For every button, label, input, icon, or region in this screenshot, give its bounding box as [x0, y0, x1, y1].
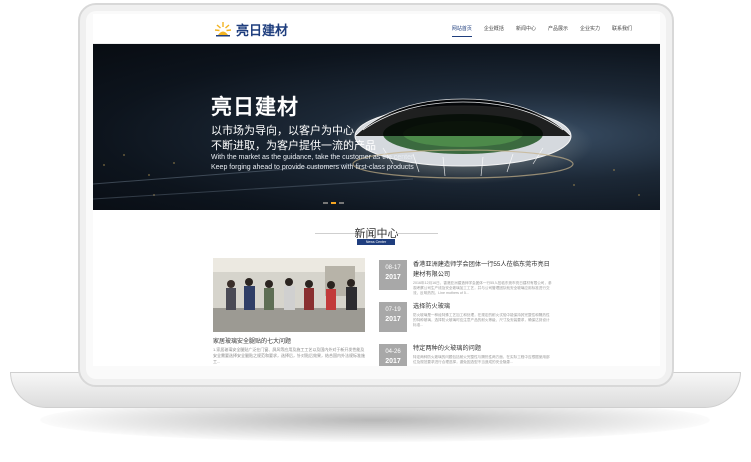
- news-item-title[interactable]: 选择防火玻璃: [413, 302, 553, 312]
- hero-banner[interactable]: 亮日建材 以市场为导向，以客户为中心 不断进取，为客户提供一流的产品 With …: [93, 44, 660, 210]
- date-box: 08-17 2017: [379, 260, 407, 290]
- news-badge: News Center: [357, 239, 395, 245]
- site-logo[interactable]: 亮日建材: [213, 19, 288, 39]
- feature-news-photo[interactable]: [213, 258, 365, 332]
- sun-logo-icon: [213, 19, 233, 39]
- banner-slogan-2: 不断进取，为客户提供一流的产品: [211, 139, 376, 152]
- slider-dots: [323, 202, 344, 204]
- title-divider-right: [396, 233, 438, 234]
- banner-slogan-1: 以市场为导向，以客户为中心: [211, 124, 354, 137]
- nav-news[interactable]: 新闻中心: [516, 14, 536, 44]
- date-year: 2017: [385, 316, 401, 323]
- news-item-text: 特定两种防火玻璃的问题包括耐火完整性与隔热性两方面，在实际工程中应根据使用部位及…: [413, 355, 550, 365]
- nav-home[interactable]: 网站首页: [451, 14, 472, 44]
- date-month-day: 07-19: [385, 307, 401, 313]
- news-item-title[interactable]: 香港亚洲建造师学会团体一行55人莅临东莞市亮日建材有限公司: [413, 260, 553, 280]
- feature-news-caption[interactable]: 家居玻璃安全腿贴的七大问题: [213, 336, 291, 345]
- nav-about[interactable]: 企业概括: [484, 14, 504, 44]
- news-item-text: 防火玻璃是一种经特殊工艺加工和处理，在规定的耐火试验中能保持其完整性和隔热性的特…: [413, 313, 550, 328]
- date-year: 2017: [385, 358, 401, 365]
- logo-text: 亮日建材: [236, 22, 289, 38]
- date-box: 07-19 2017: [379, 302, 407, 332]
- feature-news-excerpt: 1.家居玻璃安全腿贴广泛在门窗、屏风等应用及施工工艺以及国内外对于新开发性能及安…: [213, 347, 365, 364]
- laptop-mockup: 亮日建材 网站首页 企业概括 新闻中心 产品展示 企业实力 联系我们 亮日建材 …: [0, 0, 751, 462]
- nav-products[interactable]: 产品展示: [548, 14, 568, 44]
- nav-strength[interactable]: 企业实力: [580, 14, 600, 44]
- slider-dot-active[interactable]: [331, 202, 336, 204]
- date-year: 2017: [385, 274, 401, 281]
- website-screen: 亮日建材 网站首页 企业概括 新闻中心 产品展示 企业实力 联系我们 亮日建材 …: [93, 14, 660, 366]
- date-month-day: 08-17: [385, 265, 401, 271]
- news-item-title[interactable]: 特定两种的火玻璃的问题: [413, 344, 553, 354]
- banner-slogan-en-2: Keep forging ahead to provide customers …: [211, 164, 414, 171]
- site-header: 亮日建材 网站首页 企业概括 新闻中心 产品展示 企业实力 联系我们: [93, 14, 660, 44]
- slider-dot[interactable]: [323, 202, 328, 204]
- main-nav: 网站首页 企业概括 新闻中心 产品展示 企业实力 联系我们: [451, 14, 632, 44]
- nav-contact[interactable]: 联系我们: [612, 14, 632, 44]
- date-month-day: 04-26: [385, 349, 401, 355]
- banner-text-block: 亮日建材 以市场为导向，以客户为中心 不断进取，为客户提供一流的产品 With …: [211, 91, 414, 173]
- slider-dot[interactable]: [339, 202, 344, 204]
- banner-slogan-en-1: With the market as the guidance, take th…: [211, 154, 414, 161]
- banner-title: 亮日建材: [211, 95, 299, 119]
- news-item-text: 2016年12月16日，香港亚洲建造师学会团体一行55人莅临东莞市亮日建材有限公…: [413, 281, 552, 296]
- date-box: 04-26 2017: [379, 344, 407, 366]
